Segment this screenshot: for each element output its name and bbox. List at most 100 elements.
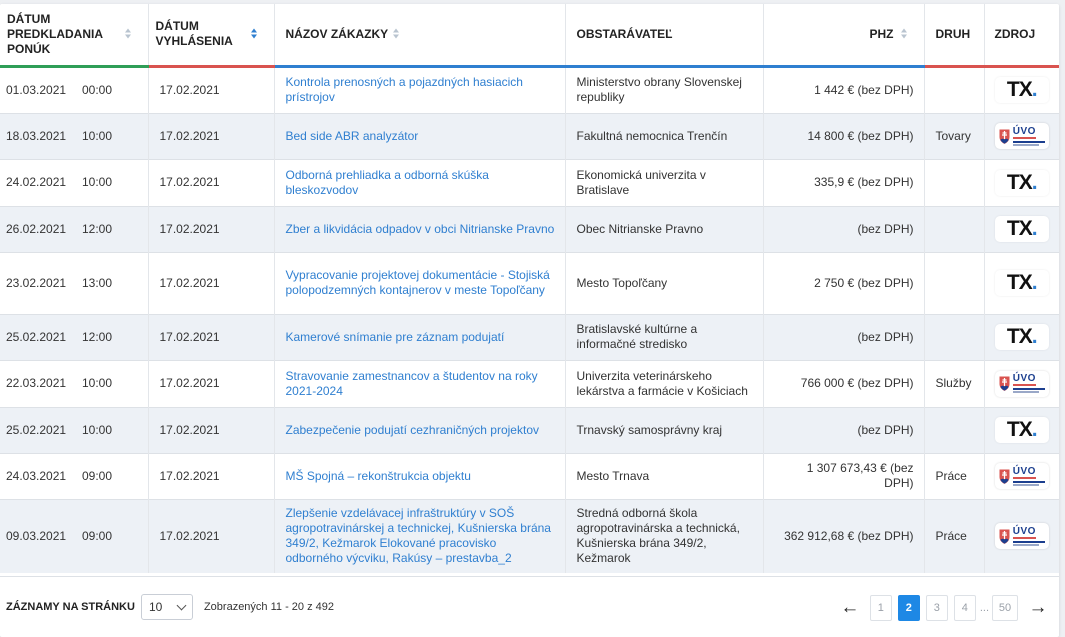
submission-date-cell: 18.03.2021 10:00	[0, 112, 149, 159]
tenders-table-card: DÁTUM PREDKLADANIA PONÚK DÁTUM VYHLÁSENI…	[0, 4, 1059, 637]
buyer-cell: Bratislavské kultúrne a informačné stred…	[565, 313, 764, 360]
tender-title-link[interactable]: Odborná prehliadka a odborná skúška bles…	[274, 158, 566, 206]
publish-date-cell: 17.02.2021	[148, 112, 275, 159]
pagination: ← 1 2 3 4 ... 50 →	[839, 595, 1049, 621]
buyer-cell: Fakultná nemocnica Trenčín	[565, 112, 764, 159]
tender-title-link[interactable]: MŠ Spojná – rekonštrukcia objektu	[274, 452, 566, 499]
records-shown-text: Zobrazených 11 - 20 z 492	[203, 601, 334, 613]
source-cell: TX.	[984, 158, 1059, 206]
uvo-wordmark: ÚVO	[1012, 126, 1045, 146]
uvo-logo[interactable]: ÚVO	[994, 123, 1049, 149]
page-button-3[interactable]: 3	[925, 595, 948, 621]
publish-date-cell: 17.02.2021	[148, 158, 275, 206]
tender-title-link[interactable]: Zabezpečenie podujatí cezhraničných proj…	[274, 406, 566, 453]
phz-cell: 2 750 € (bez DPH)	[763, 251, 925, 314]
source-cell: TX.	[984, 65, 1059, 113]
table-row[interactable]: 24.03.2021 09:00 17.02.2021 MŠ Spojná – rek…	[0, 452, 1059, 499]
submission-date-cell: 26.02.2021 12:00	[0, 205, 149, 252]
uvo-logo[interactable]: ÚVO	[994, 370, 1049, 397]
uvo-logo[interactable]: ÚVO	[994, 523, 1049, 550]
table-row[interactable]: 01.03.2021 00:00 17.02.2021 Kontrola prenos…	[0, 65, 1059, 113]
tx-logo[interactable]: TX.	[994, 270, 1049, 296]
phz-cell: (bez DPH)	[763, 406, 925, 453]
tx-logo[interactable]: TX.	[994, 417, 1049, 443]
col-header-buyer: OBSTARÁVATEĽ	[565, 4, 764, 68]
per-page-select[interactable]: 10	[140, 594, 193, 620]
publish-date-cell: 17.02.2021	[148, 313, 275, 360]
tx-logo[interactable]: TX.	[994, 216, 1049, 242]
page-button-1[interactable]: 1	[869, 595, 892, 621]
col-header-submission-date[interactable]: DÁTUM PREDKLADANIA PONÚK	[0, 4, 149, 68]
table-row[interactable]: 24.02.2021 10:00 17.02.2021 Odborná prehlia…	[0, 158, 1059, 206]
buyer-cell: Ekonomická univerzita v Bratislave	[565, 158, 764, 206]
table-row[interactable]: 23.02.2021 13:00 17.02.2021 Vypracovanie pr…	[0, 251, 1059, 314]
submission-date-cell: 22.03.2021 10:00	[0, 359, 149, 407]
tender-title-link[interactable]: Zber a likvidácia odpadov v obci Nitrian…	[274, 205, 566, 252]
sort-icon[interactable]	[125, 28, 132, 40]
buyer-cell: Trnavský samosprávny kraj	[565, 406, 764, 453]
col-header-phz[interactable]: PHZ	[763, 4, 925, 68]
phz-cell: 362 912,68 € (bez DPH)	[763, 498, 925, 573]
tenders-table: DÁTUM PREDKLADANIA PONÚK DÁTUM VYHLÁSENI…	[0, 4, 1059, 573]
submission-date-cell: 23.02.2021 13:00	[0, 251, 149, 314]
tender-title-link[interactable]: Zlepšenie vzdelávacej infraštruktúry v S…	[274, 498, 566, 573]
sort-icon[interactable]	[901, 28, 908, 40]
submission-date-cell: 09.03.2021 09:00	[0, 498, 149, 573]
table-footer: ZÁZNAMY NA STRÁNKU 10 Zobrazených 11 - 2…	[0, 576, 1059, 637]
type-cell	[924, 205, 985, 252]
type-cell	[924, 65, 985, 113]
tender-title-link[interactable]: Vypracovanie projektovej dokumentácie - …	[274, 251, 566, 314]
buyer-cell: Mesto Topoľčany	[565, 251, 764, 314]
type-cell	[924, 251, 985, 314]
slovak-shield-icon	[998, 468, 1011, 485]
publish-date-cell: 17.02.2021	[148, 498, 275, 573]
table-row[interactable]: 09.03.2021 09:00 17.02.2021 Zlepšenie vzdel…	[0, 498, 1059, 573]
publish-date-cell: 17.02.2021	[148, 65, 275, 113]
tender-title-link[interactable]: Bed side ABR analyzátor	[274, 112, 566, 159]
submission-date-cell: 24.03.2021 09:00	[0, 452, 149, 499]
source-cell: TX.	[984, 251, 1059, 314]
arrow-left-icon[interactable]: ←	[839, 595, 861, 621]
source-cell: ÚVO	[984, 452, 1059, 499]
table-row[interactable]: 25.02.2021 10:00 17.02.2021 Zabezpečenie po…	[0, 406, 1059, 453]
buyer-cell: Obec Nitrianske Pravno	[565, 205, 764, 252]
tender-title-link[interactable]: Kontrola prenosných a pojazdných hasiaci…	[274, 65, 566, 113]
type-cell	[924, 406, 985, 453]
uvo-logo[interactable]: ÚVO	[994, 463, 1049, 489]
phz-cell: (bez DPH)	[763, 205, 925, 252]
tx-logo[interactable]: TX.	[994, 169, 1049, 196]
publish-date-cell: 17.02.2021	[148, 251, 275, 314]
page-button-last[interactable]: 50	[992, 595, 1018, 621]
buyer-cell: Stredná odborná škola agropotravinárska …	[565, 498, 764, 573]
sort-active-icon[interactable]	[251, 28, 258, 40]
tender-title-link[interactable]: Kamerové snímanie pre záznam podujatí	[274, 313, 566, 360]
type-cell	[924, 158, 985, 206]
phz-cell: (bez DPH)	[763, 313, 925, 360]
phz-cell: 766 000 € (bez DPH)	[763, 359, 925, 407]
submission-date-cell: 25.02.2021 10:00	[0, 406, 149, 453]
table-row[interactable]: 25.02.2021 12:00 17.02.2021 Kamerové sníman…	[0, 313, 1059, 360]
tender-title-link[interactable]: Stravovanie zamestnancov a študentov na …	[274, 359, 566, 407]
col-header-title[interactable]: NÁZOV ZÁKAZKY	[274, 4, 566, 68]
page-button-4[interactable]: 4	[953, 595, 976, 621]
source-cell: ÚVO	[984, 359, 1059, 407]
phz-cell: 1 307 673,43 € (bez DPH)	[763, 452, 925, 499]
table-row[interactable]: 26.02.2021 12:00 17.02.2021 Zber a likvidác…	[0, 205, 1059, 252]
type-cell: Práce	[924, 498, 985, 573]
arrow-right-icon[interactable]: →	[1027, 595, 1049, 621]
tx-logo[interactable]: TX.	[994, 324, 1049, 350]
publish-date-cell: 17.02.2021	[148, 452, 275, 499]
sort-icon[interactable]	[393, 28, 400, 40]
slovak-shield-icon	[998, 528, 1011, 545]
tx-logo[interactable]: TX.	[994, 77, 1049, 103]
uvo-wordmark: ÚVO	[1012, 526, 1045, 546]
uvo-wordmark: ÚVO	[1012, 466, 1045, 486]
submission-date-cell: 01.03.2021 00:00	[0, 65, 149, 113]
table-row[interactable]: 18.03.2021 10:00 17.02.2021 Bed side ABR an…	[0, 112, 1059, 159]
slovak-shield-icon	[998, 128, 1011, 145]
source-cell: ÚVO	[984, 498, 1059, 573]
table-row[interactable]: 22.03.2021 10:00 17.02.2021 Stravovanie zam…	[0, 359, 1059, 407]
col-header-publish-date[interactable]: DÁTUM VYHLÁSENIA	[148, 4, 275, 68]
page-button-2[interactable]: 2	[897, 595, 920, 621]
col-header-source: ZDROJ	[984, 4, 1059, 68]
